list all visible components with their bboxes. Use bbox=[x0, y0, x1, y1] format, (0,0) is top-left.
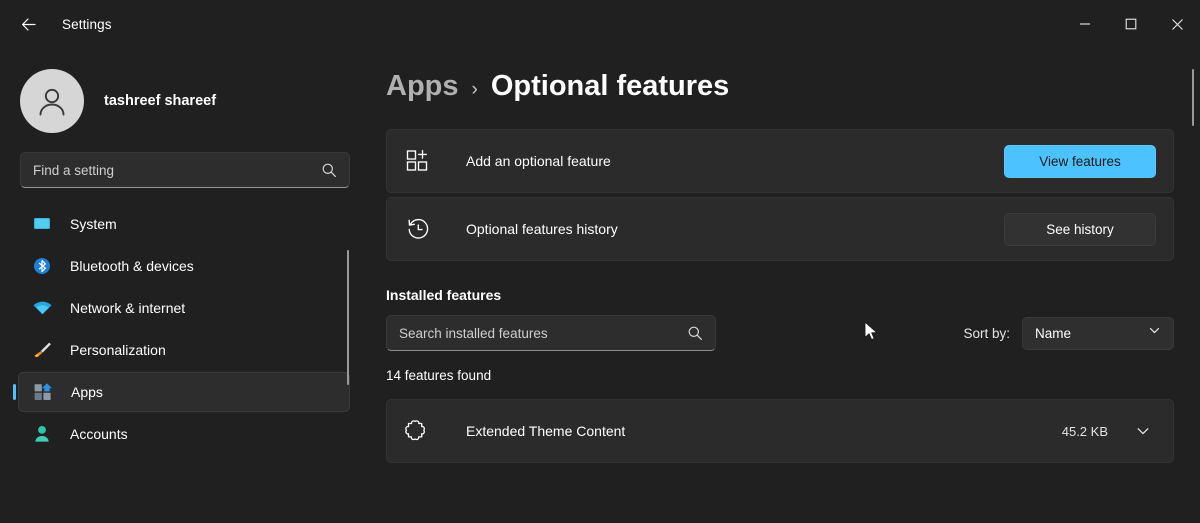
sort-control: Sort by: Name bbox=[963, 316, 1174, 350]
sidebar-item-label: Bluetooth & devices bbox=[70, 258, 194, 274]
sidebar-item-label: Personalization bbox=[70, 342, 166, 358]
monitor-icon bbox=[30, 213, 54, 235]
sidebar-item-label: System bbox=[70, 216, 117, 232]
add-optional-feature-label: Add an optional feature bbox=[466, 153, 611, 169]
main-content: Apps › Optional features Add an optional… bbox=[368, 48, 1200, 523]
account-name: tashreef shareef bbox=[104, 93, 217, 109]
history-clock-icon bbox=[404, 215, 432, 243]
bluetooth-icon bbox=[30, 255, 54, 277]
settings-window: Settings tashreef shareef Find a setting… bbox=[0, 0, 1200, 523]
title-bar: Settings bbox=[0, 0, 1200, 48]
view-features-button[interactable]: View features bbox=[1004, 144, 1156, 178]
person-avatar-icon bbox=[39, 88, 65, 116]
optional-features-history-label: Optional features history bbox=[466, 221, 618, 237]
minimize-icon bbox=[1080, 23, 1090, 25]
sidebar-item-bluetooth-devices[interactable]: Bluetooth & devices bbox=[18, 246, 350, 286]
page-title: Optional features bbox=[490, 70, 730, 102]
sidebar-item-network-internet[interactable]: Network & internet bbox=[18, 288, 350, 328]
installed-features-heading: Installed features bbox=[386, 287, 502, 303]
sidebar-scrollbar[interactable] bbox=[347, 250, 349, 385]
sidebar-item-label: Apps bbox=[71, 384, 103, 400]
installed-filter-row: Sort by: Name bbox=[386, 315, 1174, 351]
paintbrush-icon bbox=[30, 339, 54, 361]
add-grid-plus-icon bbox=[404, 147, 432, 175]
chevron-down-icon[interactable] bbox=[1130, 418, 1156, 444]
close-icon bbox=[1171, 18, 1183, 30]
see-history-button[interactable]: See history bbox=[1004, 212, 1156, 246]
optional-features-history-card: Optional features history See history bbox=[386, 197, 1174, 261]
chevron-down-icon bbox=[1148, 324, 1161, 342]
close-button[interactable] bbox=[1154, 0, 1200, 48]
sidebar-item-accounts[interactable]: Accounts bbox=[18, 414, 350, 454]
find-a-setting-box[interactable] bbox=[20, 152, 350, 188]
features-found-count: 14 features found bbox=[386, 368, 492, 383]
apps-icon bbox=[31, 381, 55, 403]
back-button[interactable] bbox=[10, 6, 46, 42]
sidebar-nav: System Bluetooth & devices Network & int… bbox=[0, 204, 368, 504]
window-controls bbox=[1062, 0, 1200, 48]
wifi-icon bbox=[30, 297, 54, 319]
breadcrumb-parent[interactable]: Apps bbox=[386, 70, 459, 103]
sort-by-dropdown[interactable]: Name bbox=[1022, 316, 1174, 350]
feature-size: 45.2 KB bbox=[1061, 423, 1108, 439]
sidebar-item-personalization[interactable]: Personalization bbox=[18, 330, 350, 370]
search-input[interactable] bbox=[33, 162, 321, 178]
search-icon bbox=[687, 325, 703, 341]
window-title: Settings bbox=[62, 16, 112, 32]
sidebar-item-apps[interactable]: Apps bbox=[18, 372, 350, 412]
search-installed-features-input[interactable] bbox=[399, 325, 687, 341]
sidebar-item-label: Network & internet bbox=[70, 300, 186, 316]
breadcrumb-separator-icon: › bbox=[471, 79, 478, 100]
avatar bbox=[20, 69, 84, 133]
breadcrumb: Apps › Optional features bbox=[368, 48, 1200, 103]
search-installed-features-box[interactable] bbox=[386, 315, 716, 351]
minimize-button[interactable] bbox=[1062, 0, 1108, 48]
account-person-icon bbox=[30, 423, 54, 445]
maximize-button[interactable] bbox=[1108, 0, 1154, 48]
maximize-icon bbox=[1125, 18, 1137, 30]
add-optional-feature-card: Add an optional feature View features bbox=[386, 129, 1174, 193]
sidebar: tashreef shareef System bbox=[0, 48, 368, 523]
sort-by-label: Sort by: bbox=[963, 325, 1010, 341]
account-block[interactable]: tashreef shareef bbox=[0, 48, 368, 136]
search-icon bbox=[321, 162, 337, 178]
table-row[interactable]: Extended Theme Content 45.2 KB bbox=[386, 399, 1174, 463]
sort-by-value: Name bbox=[1035, 325, 1072, 341]
main-scrollbar[interactable] bbox=[1192, 69, 1194, 126]
puzzle-piece-icon bbox=[404, 417, 432, 445]
sidebar-item-system[interactable]: System bbox=[18, 204, 350, 244]
back-arrow-icon bbox=[21, 17, 36, 31]
feature-name: Extended Theme Content bbox=[466, 423, 626, 439]
sidebar-item-label: Accounts bbox=[70, 426, 128, 442]
